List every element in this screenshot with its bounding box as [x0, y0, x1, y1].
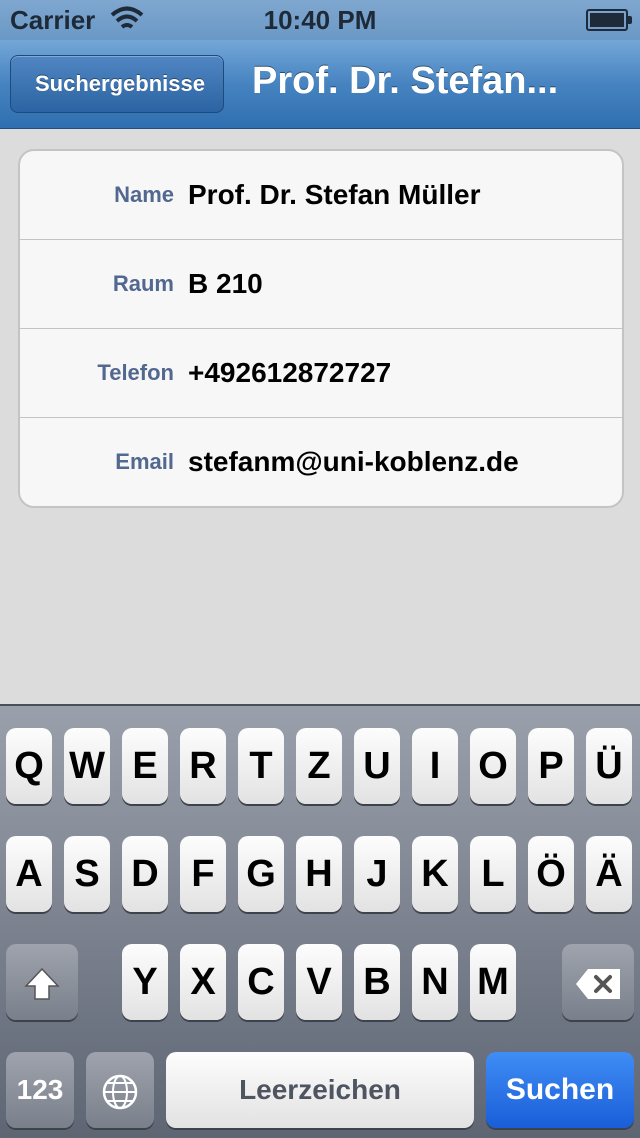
- key[interactable]: C: [238, 944, 284, 1020]
- key[interactable]: S: [64, 836, 110, 912]
- key[interactable]: Q: [6, 728, 52, 804]
- key[interactable]: M: [470, 944, 516, 1020]
- key[interactable]: X: [180, 944, 226, 1020]
- detail-row-phone[interactable]: Telefon +492612872727: [20, 329, 622, 418]
- key[interactable]: O: [470, 728, 516, 804]
- key[interactable]: N: [412, 944, 458, 1020]
- key[interactable]: Ü: [586, 728, 632, 804]
- keyboard: Q W E R T Z U I O P Ü A S D F G H J K L …: [0, 704, 640, 1138]
- key[interactable]: Ö: [528, 836, 574, 912]
- globe-icon: [102, 1074, 138, 1110]
- battery-icon: [586, 9, 632, 31]
- key[interactable]: L: [470, 836, 516, 912]
- key[interactable]: D: [122, 836, 168, 912]
- key[interactable]: K: [412, 836, 458, 912]
- key[interactable]: H: [296, 836, 342, 912]
- key[interactable]: A: [6, 836, 52, 912]
- nav-title: Prof. Dr. Stefan...: [252, 60, 559, 102]
- status-bar: Carrier 10:40 PM: [0, 0, 640, 40]
- key[interactable]: Y: [122, 944, 168, 1020]
- globe-key[interactable]: [86, 1052, 154, 1128]
- key[interactable]: E: [122, 728, 168, 804]
- search-key[interactable]: Suchen: [486, 1052, 634, 1128]
- detail-view: Name Prof. Dr. Stefan Müller Raum B 210 …: [0, 129, 640, 704]
- shift-key[interactable]: [6, 944, 78, 1020]
- key[interactable]: F: [180, 836, 226, 912]
- key[interactable]: T: [238, 728, 284, 804]
- backspace-icon: [576, 968, 620, 999]
- key[interactable]: G: [238, 836, 284, 912]
- key[interactable]: J: [354, 836, 400, 912]
- space-key[interactable]: Leerzeichen: [166, 1052, 474, 1128]
- key[interactable]: U: [354, 728, 400, 804]
- detail-label: Email: [115, 449, 174, 474]
- detail-value: stefanm@uni-koblenz.de: [188, 446, 519, 477]
- detail-value: Prof. Dr. Stefan Müller: [188, 179, 481, 210]
- clock: 10:40 PM: [263, 5, 377, 35]
- shift-icon: [24, 967, 60, 1000]
- navigation-bar: Suchergebnisse Prof. Dr. Stefan...: [0, 40, 640, 129]
- back-button[interactable]: Suchergebnisse: [10, 55, 224, 113]
- detail-value: +492612872727: [188, 357, 392, 388]
- key[interactable]: W: [64, 728, 110, 804]
- key[interactable]: P: [528, 728, 574, 804]
- detail-value: B 210: [188, 268, 263, 299]
- key[interactable]: I: [412, 728, 458, 804]
- detail-row-name[interactable]: Name Prof. Dr. Stefan Müller: [20, 151, 622, 240]
- numbers-key[interactable]: 123: [6, 1052, 74, 1128]
- key[interactable]: Z: [296, 728, 342, 804]
- key[interactable]: R: [180, 728, 226, 804]
- key[interactable]: B: [354, 944, 400, 1020]
- detail-label: Name: [114, 182, 174, 207]
- delete-key[interactable]: [562, 944, 634, 1020]
- key[interactable]: Ä: [586, 836, 632, 912]
- detail-label: Raum: [112, 271, 174, 296]
- key[interactable]: V: [296, 944, 342, 1020]
- detail-row-email[interactable]: Email stefanm@uni-koblenz.de: [20, 418, 622, 506]
- contact-details-group: Name Prof. Dr. Stefan Müller Raum B 210 …: [18, 149, 624, 508]
- detail-label: Telefon: [97, 360, 174, 385]
- detail-row-room[interactable]: Raum B 210: [20, 240, 622, 329]
